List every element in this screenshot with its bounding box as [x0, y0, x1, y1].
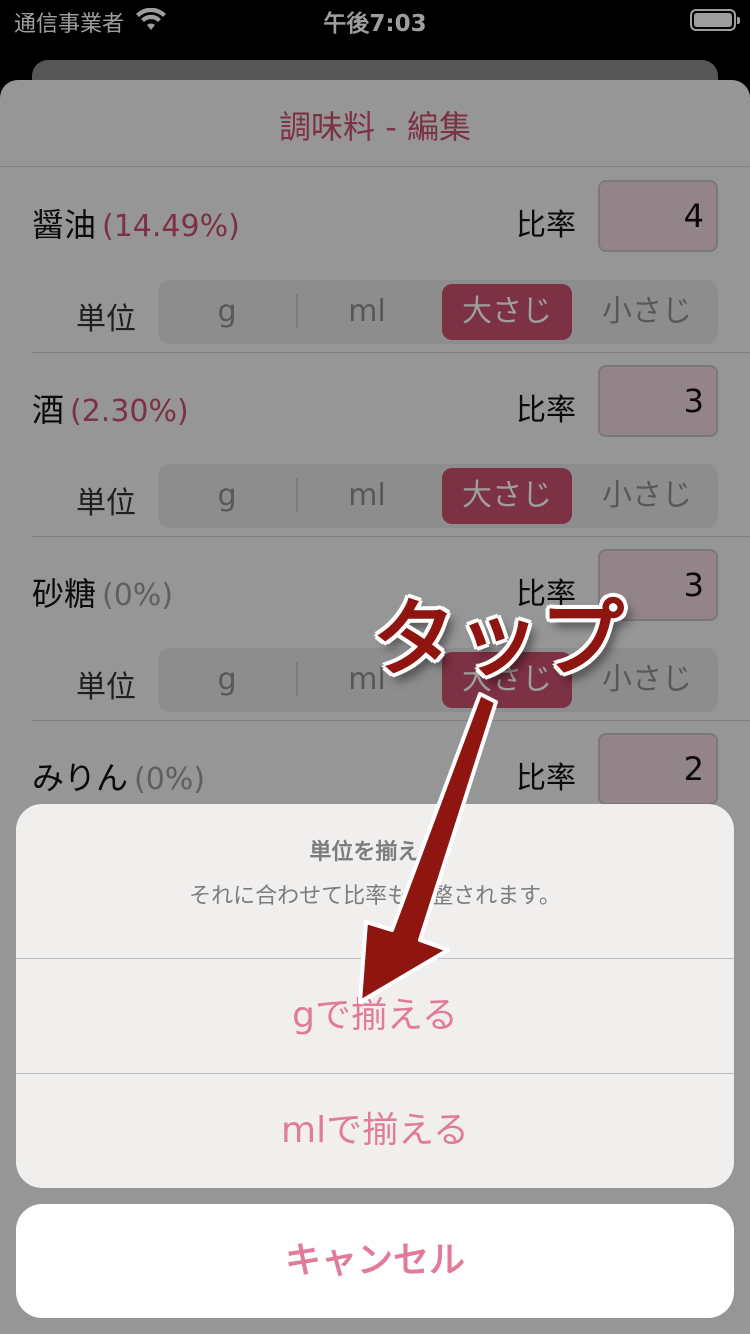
action-sheet: 単位を揃える それに合わせて比率も調整されます。 gで揃える mlで揃える	[16, 804, 734, 1188]
cancel-button[interactable]: キャンセル	[16, 1204, 734, 1318]
action-sheet-title: 単位を揃える	[309, 840, 441, 865]
align-ml-button[interactable]: mlで揃える	[16, 1074, 734, 1188]
align-grams-button[interactable]: gで揃える	[16, 959, 734, 1073]
annotation-tap-label: タップ	[372, 590, 625, 688]
action-sheet-message: それに合わせて比率も調整されます。	[189, 884, 561, 909]
cancel-group: キャンセル	[16, 1204, 734, 1318]
